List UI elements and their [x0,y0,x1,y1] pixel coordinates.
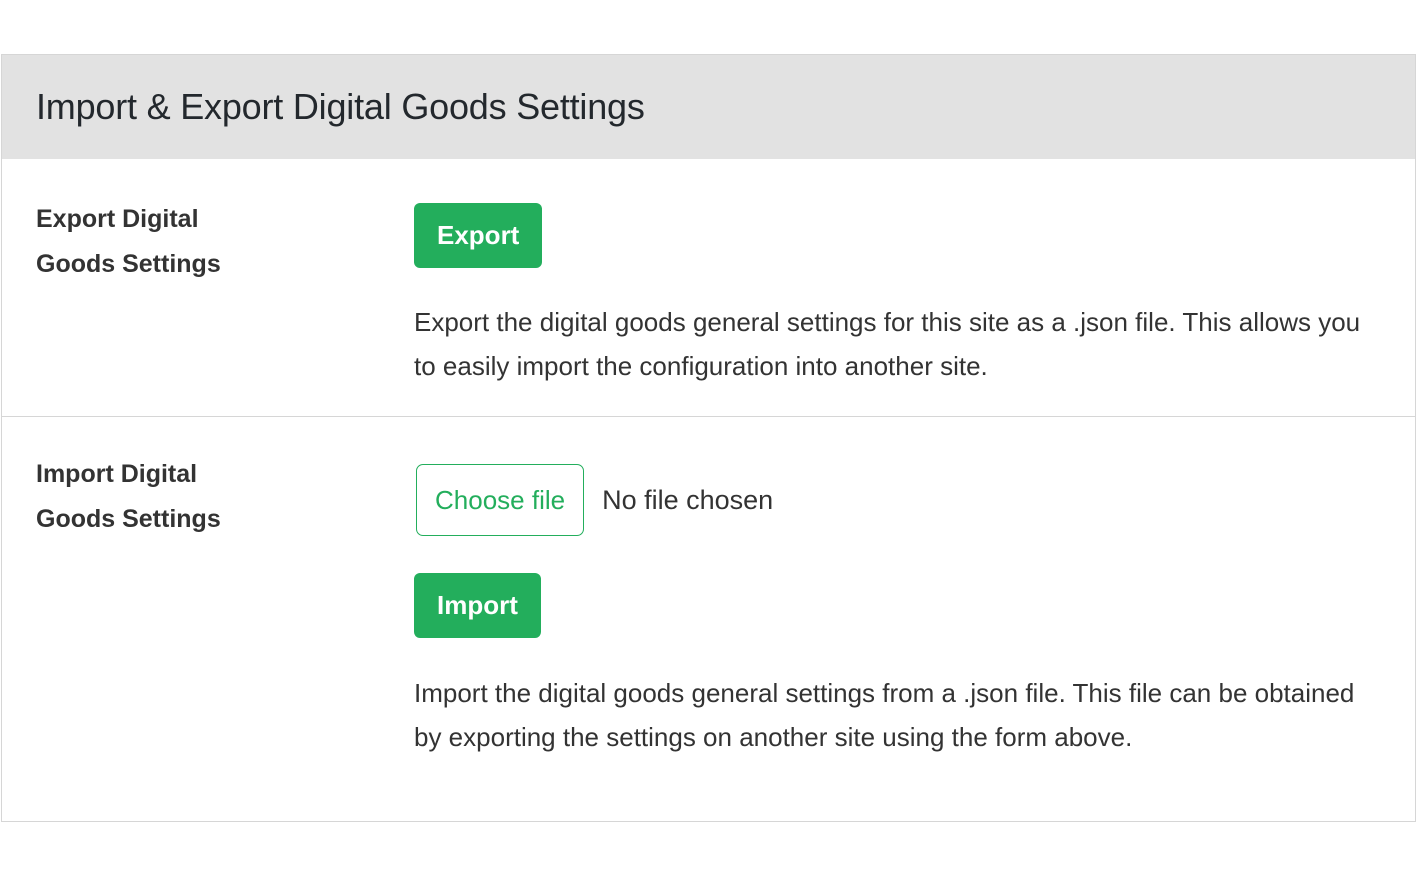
file-status-text: No file chosen [602,484,774,515]
import-settings-row: Import Digital Goods Settings Choose fil… [2,417,1415,821]
export-button[interactable]: Export [414,203,543,268]
export-settings-content: Export Export the digital goods general … [414,203,1385,388]
import-button-wrapper: Import [414,573,1385,638]
export-settings-label: Export Digital Goods Settings [36,205,221,278]
import-settings-content: Choose file No file chosen Import Import… [414,464,1385,759]
panel-title: Import & Export Digital Goods Settings [36,86,645,127]
import-settings-label: Import Digital Goods Settings [36,460,221,533]
export-description: Export the digital goods general setting… [414,307,1361,381]
export-settings-row: Export Digital Goods Settings Export Exp… [2,159,1415,417]
import-description: Import the digital goods general setting… [414,678,1355,752]
panel-header: Import & Export Digital Goods Settings [2,55,1415,159]
import-button[interactable]: Import [414,573,541,638]
settings-panel: Import & Export Digital Goods Settings E… [1,54,1416,822]
file-input: Choose file No file chosen [414,464,1385,536]
choose-file-button[interactable]: Choose file [416,464,585,536]
